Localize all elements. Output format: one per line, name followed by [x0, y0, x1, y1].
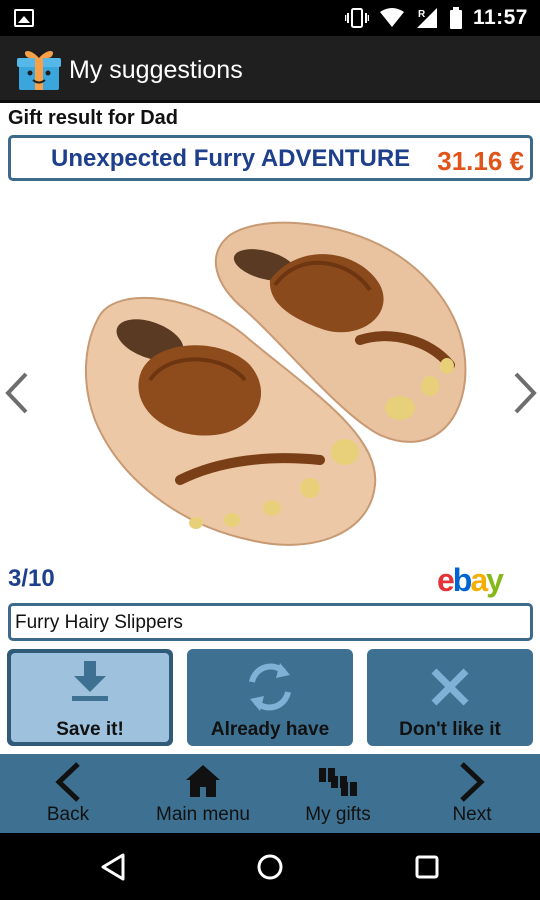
save-button[interactable]: Save it! — [7, 649, 173, 746]
product-price: 31.16 € — [437, 146, 524, 176]
image-notification-icon — [14, 9, 34, 27]
system-home-icon[interactable] — [254, 851, 286, 883]
nav-my-gifts-button[interactable]: My gifts — [278, 754, 398, 833]
already-have-button-label: Already have — [210, 719, 330, 740]
wifi-icon — [379, 8, 404, 27]
status-time: 11:57 — [472, 6, 528, 29]
already-have-button[interactable]: Already have — [187, 649, 353, 746]
download-icon — [72, 661, 108, 701]
close-icon — [431, 668, 469, 706]
chevron-right-icon — [460, 762, 485, 802]
nav-my-gifts-label: My gifts — [305, 804, 371, 825]
result-counter: 3/10 — [8, 565, 55, 592]
save-button-label: Save it! — [56, 719, 124, 740]
ebay-logo[interactable]: ebay — [437, 562, 504, 599]
product-header: Unexpected Furry ADVENTURE 31.16 € — [8, 135, 533, 181]
gifts-icon — [319, 764, 357, 796]
system-nav-bar — [0, 833, 540, 900]
system-back-icon[interactable] — [97, 851, 129, 883]
item-title: Furry Hairy Slippers — [15, 612, 183, 633]
nav-main-menu-label: Main menu — [156, 804, 250, 825]
action-bar: My suggestions — [0, 36, 540, 103]
vibrate-icon — [344, 8, 369, 28]
status-icons: R 11:57 — [344, 6, 528, 30]
nav-back-label: Back — [46, 804, 90, 825]
nav-back-button[interactable]: Back — [8, 754, 128, 833]
chevron-left-icon — [55, 762, 80, 802]
nav-next-label: Next — [452, 804, 492, 825]
nav-main-menu-button[interactable]: Main menu — [143, 754, 263, 833]
previous-image-arrow-icon[interactable] — [2, 370, 32, 416]
nav-next-button[interactable]: Next — [412, 754, 532, 833]
bottom-nav: Back Main menu My gifts Next — [0, 754, 540, 833]
product-name: Unexpected Furry ADVENTURE — [51, 145, 411, 172]
item-title-field[interactable]: Furry Hairy Slippers — [8, 603, 533, 641]
gift-result-label: Gift result for Dad — [8, 107, 179, 129]
signal-icon: R — [416, 8, 437, 28]
dont-like-button[interactable]: Don't like it — [367, 649, 533, 746]
refresh-icon — [249, 663, 291, 711]
dont-like-button-label: Don't like it — [399, 719, 501, 740]
product-image[interactable] — [0, 190, 540, 560]
battery-icon — [449, 7, 462, 29]
next-image-arrow-icon[interactable] — [510, 370, 540, 416]
home-icon — [186, 765, 220, 797]
status-bar: R 11:57 — [0, 0, 540, 36]
gift-box-icon[interactable] — [16, 46, 62, 92]
roaming-indicator: R — [418, 9, 426, 20]
system-recent-apps-icon[interactable] — [411, 851, 443, 883]
page-title: My suggestions — [69, 56, 243, 84]
